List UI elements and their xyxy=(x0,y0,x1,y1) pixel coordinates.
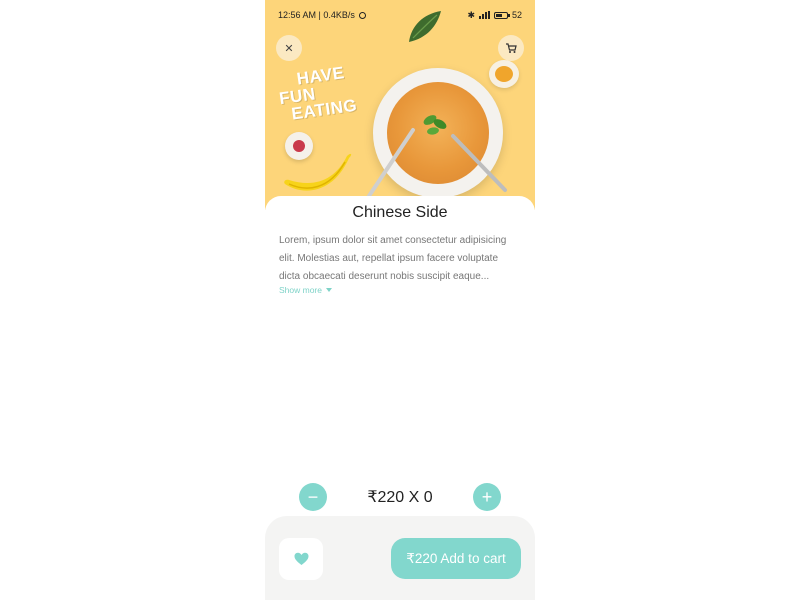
product-details: Chinese Side Lorem, ipsum dolor sit amet… xyxy=(265,196,535,516)
show-more-label: Show more xyxy=(279,285,322,295)
bottom-action-bar: ₹220 Add to cart xyxy=(265,516,535,600)
phone-screen: 12:56 AM | 0.4KB/s ✱ 52 HAVE FUN EATING xyxy=(265,0,535,600)
favorite-button[interactable] xyxy=(279,538,323,580)
status-time: 12:56 AM | 0.4KB/s xyxy=(278,10,355,20)
leaf-decoration xyxy=(409,11,441,42)
promo-text: HAVE FUN EATING xyxy=(276,63,358,124)
heart-icon xyxy=(294,552,308,565)
bluetooth-icon: ✱ xyxy=(467,9,475,20)
status-left: 12:56 AM | 0.4KB/s xyxy=(278,10,366,20)
sauce-image xyxy=(495,66,513,82)
status-right: ✱ 52 xyxy=(467,10,522,21)
product-description: Lorem, ipsum dolor sit amet consectetur … xyxy=(279,235,507,282)
close-button[interactable]: ✕ xyxy=(276,35,302,61)
battery-level: 52 xyxy=(511,10,522,20)
alarm-icon xyxy=(358,11,366,19)
cart-button[interactable] xyxy=(498,35,524,61)
plus-icon: + xyxy=(481,486,493,507)
close-icon: ✕ xyxy=(284,42,294,55)
battery-icon xyxy=(493,11,510,19)
chevron-down-icon xyxy=(326,288,332,292)
status-bar: 12:56 AM | 0.4KB/s ✱ 52 xyxy=(265,0,535,30)
cart-icon xyxy=(506,43,517,53)
quantity-stepper: − ₹220 X 0 + xyxy=(265,482,535,512)
banana-image xyxy=(284,153,352,191)
product-title: Chinese Side xyxy=(352,204,448,221)
hero-banner: 12:56 AM | 0.4KB/s ✱ 52 HAVE FUN EATING xyxy=(265,0,535,210)
signal-icon xyxy=(478,11,490,19)
increase-quantity-button[interactable]: + xyxy=(473,483,501,511)
add-to-cart-button[interactable]: ₹220 Add to cart xyxy=(391,538,521,579)
cutlery-image xyxy=(367,128,507,198)
show-more-link[interactable]: Show more xyxy=(279,285,332,295)
